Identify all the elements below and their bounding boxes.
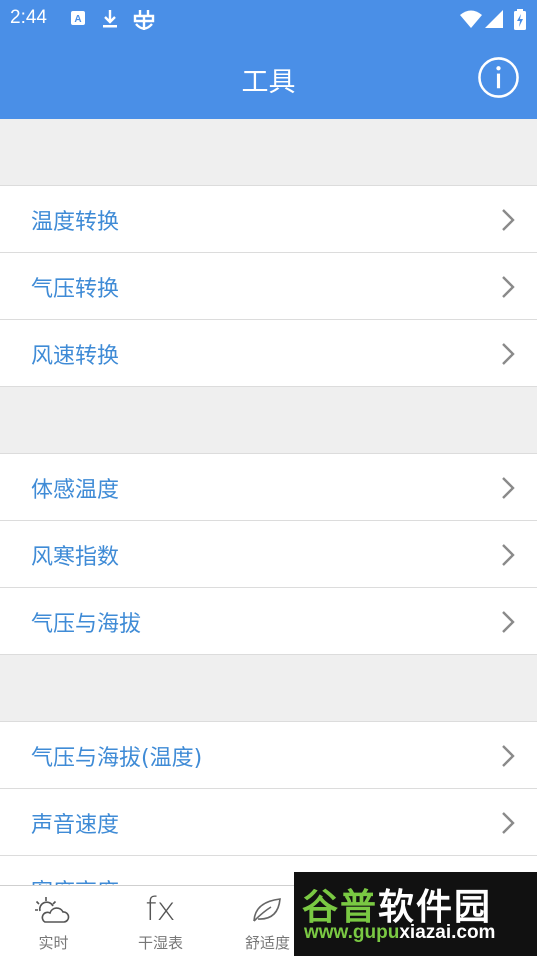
chevron-right-icon	[502, 209, 515, 231]
section-gap	[0, 119, 537, 186]
list-item-label: 密度高度	[31, 874, 119, 885]
chevron-right-icon	[502, 477, 515, 499]
bug-icon	[133, 10, 155, 30]
chevron-right-icon	[502, 343, 515, 365]
status-time: 2:44	[10, 7, 47, 28]
section-gap	[0, 387, 537, 454]
list-item-wind-speed-conversion[interactable]: 风速转换	[0, 320, 537, 387]
tab-psychrometer[interactable]: fx 干湿表	[107, 886, 214, 957]
status-bar: 2:44 A	[0, 0, 537, 38]
chevron-right-icon	[502, 745, 515, 767]
chevron-right-icon	[502, 812, 515, 834]
signal-icon	[485, 10, 503, 28]
watermark-url: www.gupuxiazai.com	[304, 922, 496, 943]
list-item-wind-chill[interactable]: 风寒指数	[0, 521, 537, 588]
list-item-label: 风寒指数	[31, 545, 120, 570]
tab-realtime[interactable]: 实时	[0, 886, 107, 957]
list-item-pressure-conversion[interactable]: 气压转换	[0, 253, 537, 320]
list-item-speed-of-sound[interactable]: 声音速度	[0, 789, 537, 856]
chevron-right-icon	[502, 611, 515, 633]
page-title: 工具	[241, 67, 296, 98]
list-item-label: 声音速度	[31, 813, 120, 838]
watermark-logo: 谷普软件园 www.gupuxiazai.com	[294, 872, 537, 956]
info-icon[interactable]	[477, 56, 520, 99]
tab-label: 干湿表	[137, 934, 183, 952]
list-item-label: 体感温度	[31, 478, 120, 503]
download-icon	[103, 10, 117, 28]
list-item-pressure-altitude-temperature[interactable]: 气压与海拔(温度)	[0, 722, 537, 789]
tool-list: 温度转换 气压转换 风速转换 体感温度 风寒指数 气压与海拔 气压与海拔(温度)…	[0, 119, 537, 885]
fx-icon: fx	[145, 890, 176, 928]
text-notification-icon: A	[71, 11, 85, 25]
weather-sun-cloud-icon	[35, 897, 70, 923]
list-item-apparent-temperature[interactable]: 体感温度	[0, 454, 537, 521]
list-item-label: 风速转换	[31, 344, 120, 369]
list-item-label: 气压与海拔	[31, 612, 142, 637]
list-item-pressure-altitude[interactable]: 气压与海拔	[0, 588, 537, 655]
app-bar: 工具	[0, 38, 537, 119]
list-item-temperature-conversion[interactable]: 温度转换	[0, 186, 537, 253]
list-item-label: 气压转换	[31, 277, 120, 302]
leaf-icon	[253, 898, 281, 922]
battery-icon	[514, 9, 526, 30]
chevron-right-icon	[502, 276, 515, 298]
wifi-icon	[460, 10, 482, 28]
list-item-label: 温度转换	[31, 210, 120, 235]
chevron-right-icon	[502, 544, 515, 566]
section-gap	[0, 655, 537, 722]
tab-label: 实时	[38, 934, 69, 952]
svg-text:A: A	[74, 14, 81, 25]
list-item-label: 气压与海拔(温度)	[31, 746, 203, 771]
